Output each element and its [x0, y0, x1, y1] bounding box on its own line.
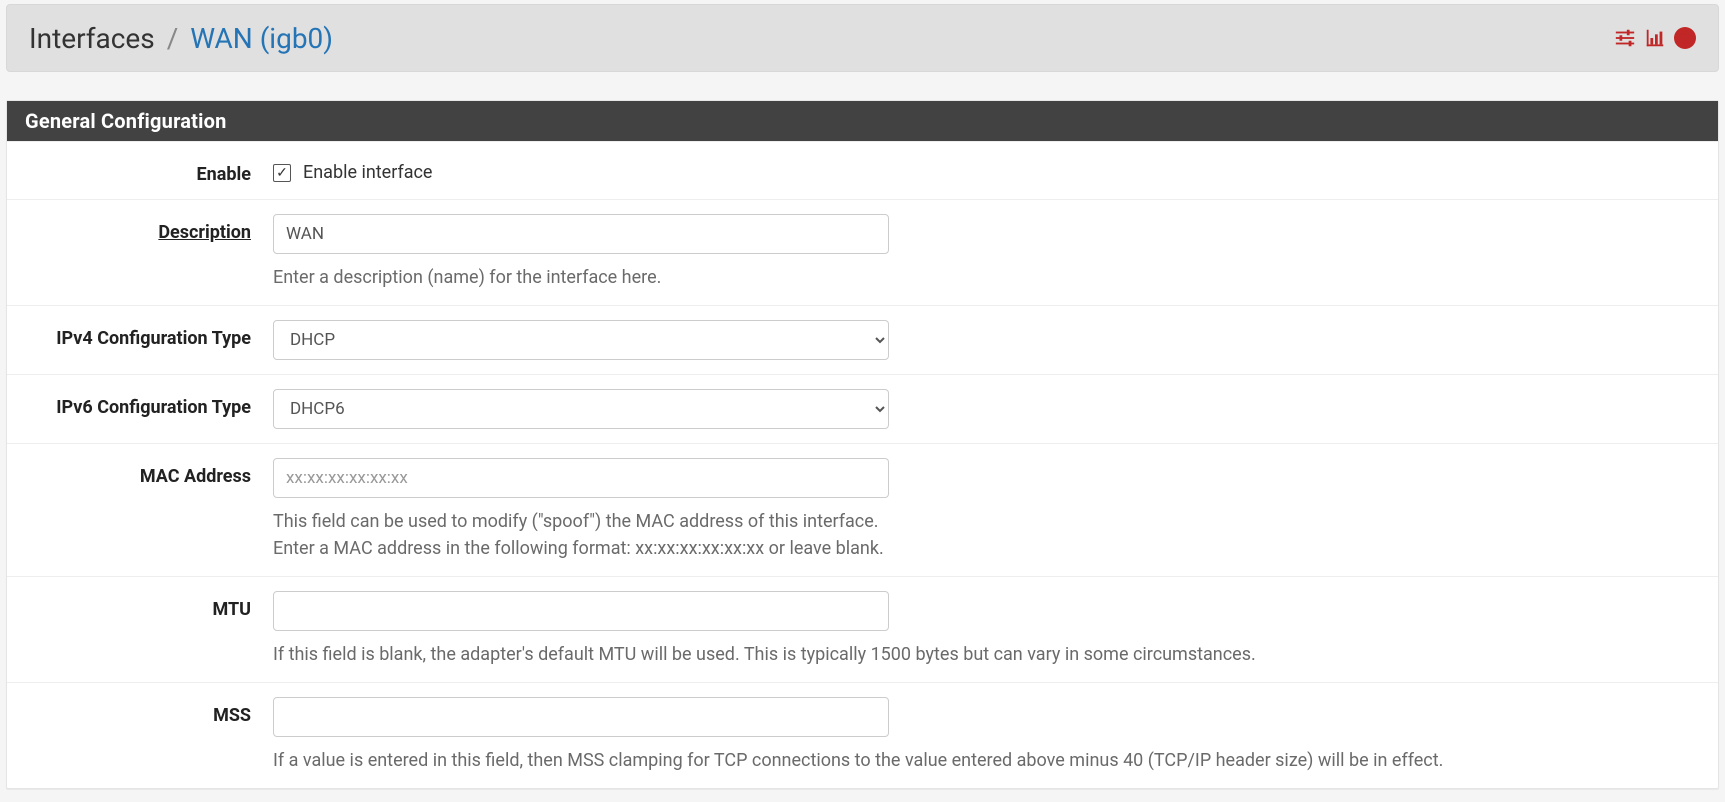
- label-mss: MSS: [25, 697, 273, 726]
- ipv6-type-select[interactable]: DHCP6: [273, 389, 889, 429]
- row-mac: MAC Address This field can be used to mo…: [7, 443, 1718, 576]
- mss-help: If a value is entered in this field, the…: [273, 747, 1443, 774]
- header-action-icons: ?: [1614, 27, 1696, 49]
- mac-help-line2: Enter a MAC address in the following for…: [273, 535, 884, 562]
- enable-checkbox-wrapper[interactable]: ✓ Enable interface: [273, 156, 432, 183]
- row-mtu: MTU If this field is blank, the adapter'…: [7, 576, 1718, 682]
- row-description: Description Enter a description (name) f…: [7, 199, 1718, 305]
- mac-input[interactable]: [273, 458, 889, 498]
- label-enable: Enable: [25, 156, 273, 185]
- ipv4-type-select[interactable]: DHCP: [273, 320, 889, 360]
- row-mss: MSS If a value is entered in this field,…: [7, 682, 1718, 788]
- bar-chart-icon[interactable]: [1644, 27, 1666, 49]
- enable-checkbox-label: Enable interface: [303, 162, 432, 183]
- mac-help-line1: This field can be used to modify ("spoof…: [273, 508, 884, 535]
- description-help: Enter a description (name) for the inter…: [273, 264, 661, 291]
- breadcrumb: Interfaces / WAN (igb0): [29, 22, 333, 55]
- breadcrumb-current[interactable]: WAN (igb0): [190, 22, 333, 55]
- mac-help: This field can be used to modify ("spoof…: [273, 508, 884, 562]
- settings-sliders-icon[interactable]: [1614, 27, 1636, 49]
- enable-checkbox[interactable]: ✓: [273, 164, 291, 182]
- breadcrumb-root[interactable]: Interfaces: [29, 22, 155, 55]
- label-description: Description: [25, 214, 273, 243]
- breadcrumb-bar: Interfaces / WAN (igb0) ?: [6, 4, 1719, 72]
- label-mtu: MTU: [25, 591, 273, 620]
- label-mac: MAC Address: [25, 458, 273, 487]
- mtu-help: If this field is blank, the adapter's de…: [273, 641, 1256, 668]
- row-ipv4-type: IPv4 Configuration Type DHCP: [7, 305, 1718, 374]
- description-input[interactable]: [273, 214, 889, 254]
- help-icon[interactable]: ?: [1674, 27, 1696, 49]
- label-ipv6-type: IPv6 Configuration Type: [25, 389, 273, 418]
- general-configuration-panel: General Configuration Enable ✓ Enable in…: [6, 100, 1719, 789]
- breadcrumb-separator: /: [165, 22, 181, 55]
- mtu-input[interactable]: [273, 591, 889, 631]
- mss-input[interactable]: [273, 697, 889, 737]
- row-ipv6-type: IPv6 Configuration Type DHCP6: [7, 374, 1718, 443]
- panel-heading: General Configuration: [7, 101, 1718, 141]
- row-enable: Enable ✓ Enable interface: [7, 141, 1718, 199]
- label-ipv4-type: IPv4 Configuration Type: [25, 320, 273, 349]
